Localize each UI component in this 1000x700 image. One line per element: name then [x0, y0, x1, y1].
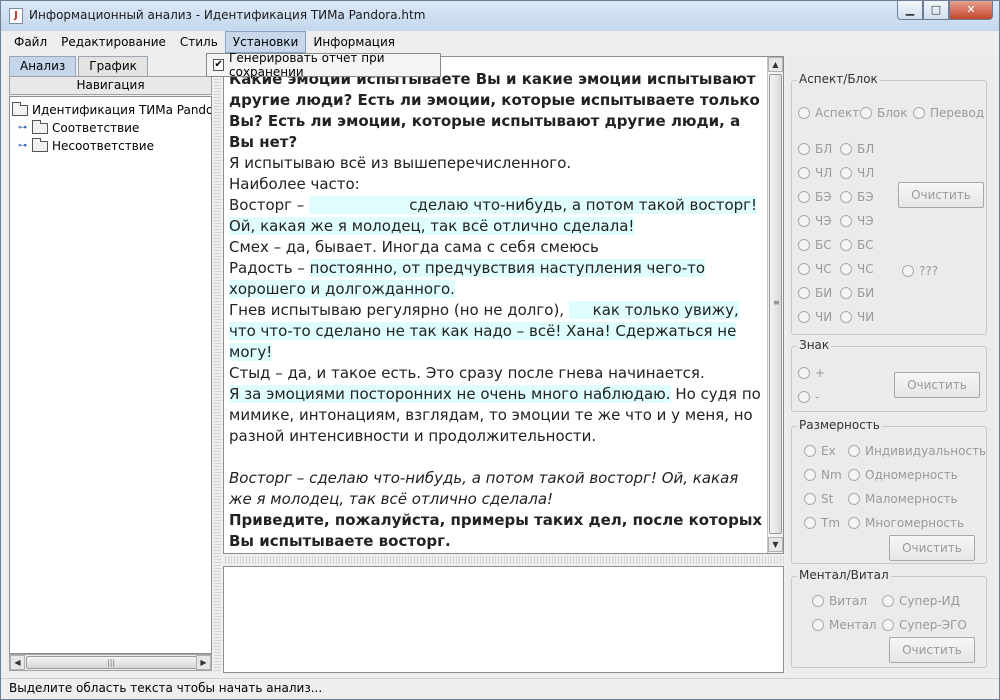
- text-vertical-scrollbar[interactable]: ▲ ≡ ▼: [767, 57, 783, 553]
- tree-item-label: Соответствие: [52, 121, 140, 135]
- radio-super-id[interactable]: Супер-ИД: [882, 594, 960, 608]
- radio-unknown[interactable]: ???: [902, 264, 938, 278]
- window-title: Информационный анализ - Идентификация ТИ…: [29, 8, 426, 22]
- scroll-thumb[interactable]: ≡: [769, 74, 782, 534]
- navigation-tree: Идентификация ТИМа Pandora ⊶ Соответстви…: [9, 96, 212, 654]
- title-bar: J Информационный анализ - Идентификация …: [1, 1, 999, 31]
- tree-item-label: Несоответствие: [52, 139, 154, 153]
- radio-dim-ex[interactable]: Ex: [804, 444, 836, 458]
- radio-block[interactable]: Блок: [860, 106, 908, 120]
- radio-vital[interactable]: Витал: [812, 594, 867, 608]
- radio-aspect-1-chl[interactable]: ЧЛ: [798, 166, 832, 180]
- scroll-up-icon[interactable]: ▲: [768, 57, 783, 72]
- radio-aspect-2-che[interactable]: ЧЭ: [840, 214, 874, 228]
- radio-super-ego[interactable]: Супер-ЭГО: [882, 618, 967, 632]
- menu-file[interactable]: Файл: [7, 31, 54, 53]
- radio-mental[interactable]: Ментал: [812, 618, 877, 632]
- window-controls: ▁ □ ✕: [897, 1, 993, 20]
- radio-aspect-1-bl[interactable]: БЛ: [798, 142, 832, 156]
- radio-aspect-2-bs[interactable]: БС: [840, 238, 874, 252]
- status-bar: Выделите область текста чтобы начать ана…: [1, 678, 999, 699]
- close-button[interactable]: ✕: [949, 1, 993, 20]
- radio-aspect-1-bs[interactable]: БС: [798, 238, 832, 252]
- dimension-title: Размерность: [797, 418, 882, 432]
- radio-sign-minus[interactable]: -: [798, 390, 819, 404]
- folder-icon: [32, 119, 48, 134]
- clear-aspect-button[interactable]: Очистить: [898, 182, 984, 208]
- clear-mental-button[interactable]: Очистить: [889, 637, 975, 663]
- navigation-header: Навигация: [9, 76, 212, 95]
- menu-edit[interactable]: Редактирование: [54, 31, 173, 53]
- horizontal-splitter[interactable]: [223, 556, 784, 564]
- scroll-grip-icon: ≡: [773, 298, 780, 307]
- menu-settings[interactable]: Установки: [224, 31, 307, 53]
- clear-sign-button[interactable]: Очистить: [894, 372, 980, 398]
- scroll-grip-icon: |||: [107, 658, 116, 667]
- radio-dim-one[interactable]: Одномерность: [848, 468, 958, 482]
- tree-root[interactable]: Идентификация ТИМа Pandora: [12, 101, 212, 119]
- mental-vital-title: Ментал/Витал: [797, 568, 891, 582]
- radio-dim-tm[interactable]: Tm: [804, 516, 840, 530]
- left-panel: Анализ График Навигация Идентификация ТИ…: [9, 56, 212, 673]
- tab-chart[interactable]: График: [78, 56, 148, 76]
- radio-aspect-1-chs[interactable]: ЧС: [798, 262, 832, 276]
- radio-aspect-2-be[interactable]: БЭ: [840, 190, 874, 204]
- dimension-group: Размерность Ex Nm St Tm Индивидуальность…: [791, 418, 987, 564]
- radio-aspect-2-bl[interactable]: БЛ: [840, 142, 874, 156]
- tab-analysis[interactable]: Анализ: [9, 56, 77, 76]
- vertical-splitter[interactable]: [214, 56, 221, 673]
- aspect-block-title: Аспект/Блок: [797, 72, 880, 86]
- radio-aspect-1-chi[interactable]: ЧИ: [798, 310, 832, 324]
- generate-report-label[interactable]: Генерировать отчет при сохранении: [229, 51, 440, 79]
- java-app-icon: J: [9, 8, 23, 24]
- scroll-left-icon[interactable]: ◀: [10, 655, 25, 670]
- minimize-button[interactable]: ▁: [897, 1, 923, 20]
- radio-dim-low[interactable]: Маломерность: [848, 492, 958, 506]
- scroll-right-icon[interactable]: ▶: [196, 655, 211, 670]
- scroll-down-icon[interactable]: ▼: [768, 537, 783, 552]
- menu-style[interactable]: Стиль: [173, 31, 225, 53]
- menu-info[interactable]: Информация: [306, 31, 402, 53]
- tree-root-label: Идентификация ТИМа Pandora: [32, 103, 212, 117]
- scroll-thumb[interactable]: |||: [26, 656, 198, 669]
- mental-vital-group: Ментал/Витал Витал Супер-ИД Ментал Супер…: [791, 568, 987, 668]
- folder-icon: [12, 101, 28, 116]
- expand-icon[interactable]: ⊶: [18, 141, 30, 151]
- settings-dropdown: ✔ Генерировать отчет при сохранении: [206, 51, 441, 79]
- aspect-block-group: Аспект/Блок Аспект Блок Перевод БЛ ЧЛ БЭ…: [791, 72, 987, 335]
- radio-aspect[interactable]: Аспект: [798, 106, 859, 120]
- folder-icon: [32, 137, 48, 152]
- radio-dim-multi[interactable]: Многомерность: [848, 516, 964, 530]
- sign-group: Знак + - Очистить: [791, 338, 987, 412]
- radio-dim-nm[interactable]: Nm: [804, 468, 842, 482]
- radio-aspect-1-be[interactable]: БЭ: [798, 190, 832, 204]
- radio-sign-plus[interactable]: +: [798, 366, 825, 380]
- radio-translation[interactable]: Перевод: [913, 106, 984, 120]
- radio-aspect-2-bi[interactable]: БИ: [840, 286, 874, 300]
- sign-title: Знак: [797, 338, 832, 352]
- radio-aspect-1-bi[interactable]: БИ: [798, 286, 832, 300]
- radio-aspect-2-chs[interactable]: ЧС: [840, 262, 874, 276]
- menu-bar: Файл Редактирование Стиль Установки Инфо…: [7, 31, 993, 53]
- radio-aspect-1-che[interactable]: ЧЭ: [798, 214, 832, 228]
- clear-dimension-button[interactable]: Очистить: [889, 535, 975, 561]
- right-panel: Аспект/Блок Аспект Блок Перевод БЛ ЧЛ БЭ…: [787, 56, 993, 673]
- tree-item-match[interactable]: ⊶ Соответствие: [18, 119, 139, 137]
- generate-report-checkbox[interactable]: ✔: [213, 59, 225, 71]
- tree-horizontal-scrollbar[interactable]: ◀ ||| ▶: [9, 654, 212, 671]
- maximize-button[interactable]: □: [923, 1, 949, 20]
- document-text[interactable]: Какие эмоции испытываете Вы и какие эмоц…: [229, 69, 764, 553]
- tree-item-mismatch[interactable]: ⊶ Несоответствие: [18, 137, 154, 155]
- document-text-area[interactable]: Какие эмоции испытываете Вы и какие эмоц…: [223, 56, 784, 554]
- radio-aspect-2-chl[interactable]: ЧЛ: [840, 166, 874, 180]
- left-tabs: Анализ График: [9, 56, 150, 76]
- radio-dim-individuality[interactable]: Индивидуальность: [848, 444, 986, 458]
- radio-aspect-2-chi[interactable]: ЧИ: [840, 310, 874, 324]
- app-window: J Информационный анализ - Идентификация …: [0, 0, 1000, 700]
- radio-dim-st[interactable]: St: [804, 492, 833, 506]
- analysis-notes-area[interactable]: [223, 566, 784, 673]
- expand-icon[interactable]: ⊶: [18, 123, 30, 133]
